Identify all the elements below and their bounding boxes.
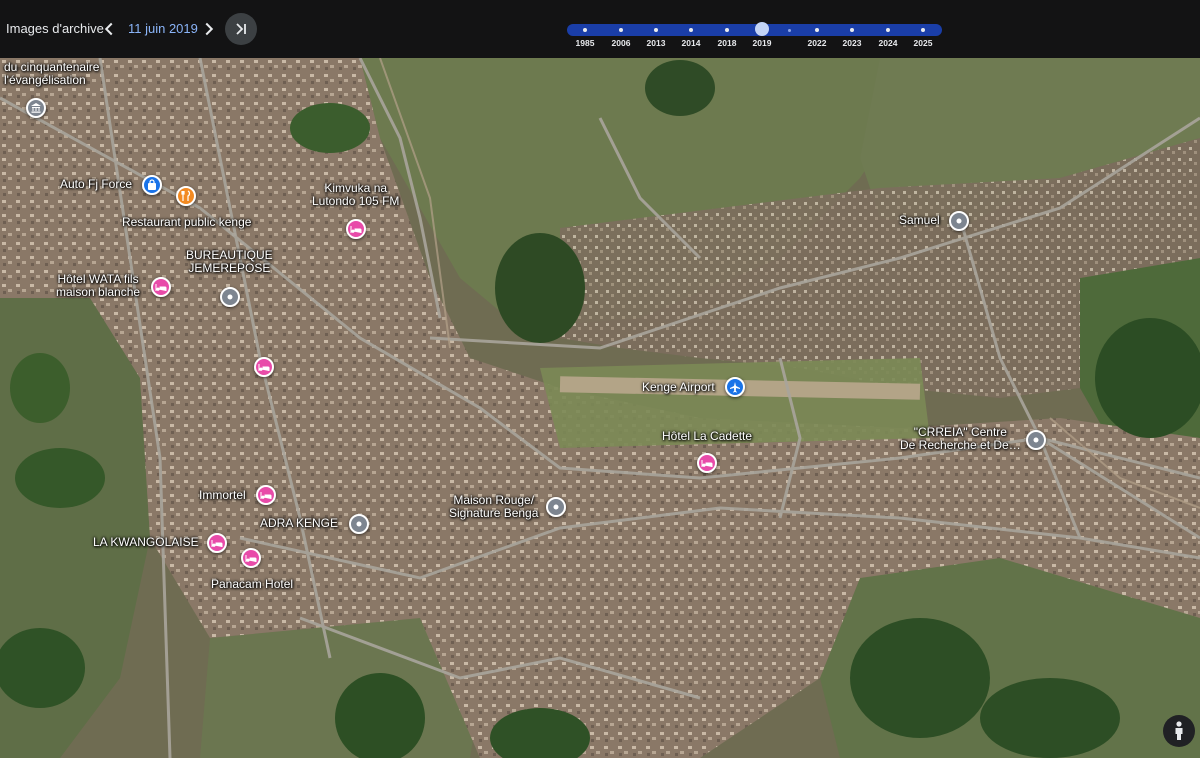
hotel-icon (701, 460, 713, 467)
location-pin-icon (1033, 437, 1039, 443)
label-kimvuka[interactable]: Kimvuka na Lutondo 105 FM (312, 182, 399, 208)
museum-pin[interactable] (26, 98, 46, 118)
timeline-thumb[interactable] (755, 22, 769, 36)
label-maison-rouge-text: Maison Rouge/ Signature Benga (449, 493, 539, 520)
timeline-tick-2022[interactable] (815, 28, 819, 32)
year-label-2019[interactable]: 2019 (753, 38, 772, 48)
label-adra-kenge[interactable]: ADRA KENGE (260, 517, 338, 530)
year-label-2006[interactable]: 2006 (612, 38, 631, 48)
samuel-pin[interactable] (949, 211, 969, 231)
hotel-pin-unnamed[interactable] (254, 357, 274, 377)
maison-rouge-pin[interactable] (546, 497, 566, 517)
location-pin-icon (553, 504, 559, 510)
timeline-tick-2014[interactable] (689, 28, 693, 32)
la-kwangolaise-pin[interactable] (207, 533, 227, 553)
hotel-icon (155, 284, 167, 291)
location-pin-icon (356, 521, 362, 527)
label-hotel-wata-text: Hôtel WATA fils maison blanche (56, 272, 141, 299)
label-cinquantenaire[interactable]: du cinquantenaire l'évangélisation (4, 61, 99, 87)
latest-imagery-button[interactable] (225, 13, 257, 45)
airport-pin[interactable] (725, 377, 745, 397)
label-panacam-hotel[interactable]: Panacam Hotel (211, 578, 293, 591)
chevron-left-icon (104, 22, 113, 36)
top-bar: Images d'archive 11 juin 2019 1985 2006 … (0, 0, 1200, 58)
label-kimvuka-text: Kimvuka na Lutondo 105 FM (312, 181, 400, 208)
timeline-tick-minor[interactable] (788, 28, 791, 32)
satellite-imagery (0, 58, 1200, 758)
location-pin-icon (956, 218, 962, 224)
label-bureautique[interactable]: BUREAUTIQUE JEMEREPOSE (186, 249, 273, 275)
label-crreia-text: "CRREIA" Centre De Recherche et De… (900, 425, 1021, 452)
hotel-wata-pin[interactable] (151, 277, 171, 297)
timeline-tick-2024[interactable] (886, 28, 890, 32)
hotel-icon (245, 555, 257, 562)
year-label-2014[interactable]: 2014 (682, 38, 701, 48)
hotel-icon (258, 364, 270, 371)
label-hotel-la-cadette[interactable]: Hôtel La Cadette (662, 430, 752, 443)
label-kenge-airport[interactable]: Kenge Airport (642, 381, 715, 394)
auto-fj-force-pin[interactable] (142, 175, 162, 195)
immortel-pin[interactable] (256, 485, 276, 505)
crreia-pin[interactable] (1026, 430, 1046, 450)
hotel-la-cadette-pin[interactable] (697, 453, 717, 473)
timeline-tick-2018[interactable] (725, 28, 729, 32)
shopping-bag-icon (148, 179, 156, 190)
label-restaurant-public-kenge[interactable]: Restaurant public kenge (122, 216, 251, 229)
museum-icon (31, 103, 41, 113)
restaurant-pin[interactable] (176, 186, 196, 206)
year-label-2018[interactable]: 2018 (718, 38, 737, 48)
year-label-2024[interactable]: 2024 (879, 38, 898, 48)
chevron-right-icon (205, 22, 214, 36)
label-cinquantenaire-text: du cinquantenaire l'évangélisation (4, 60, 100, 87)
timeline-tick-2023[interactable] (850, 28, 854, 32)
label-hotel-wata[interactable]: Hôtel WATA fils maison blanche (56, 273, 140, 299)
timeline-tick-2006[interactable] (619, 28, 623, 32)
next-date-button[interactable] (198, 18, 220, 40)
street-view-pegman[interactable] (1163, 715, 1195, 747)
panacam-hotel-pin[interactable] (241, 548, 261, 568)
restaurant-icon (181, 190, 191, 201)
kimvuka-pin[interactable] (346, 219, 366, 239)
archive-images-title: Images d'archive (6, 21, 104, 36)
label-samuel[interactable]: Samuel (899, 214, 940, 227)
label-bureautique-text: BUREAUTIQUE JEMEREPOSE (186, 248, 273, 275)
location-pin-icon (227, 294, 233, 300)
selected-date[interactable]: 11 juin 2019 (128, 21, 198, 36)
timeline-tick-2013[interactable] (654, 28, 658, 32)
pegman-icon (1175, 721, 1183, 740)
hotel-icon (260, 492, 272, 499)
label-crreia[interactable]: "CRREIA" Centre De Recherche et De… (900, 426, 1021, 452)
label-la-kwangolaise[interactable]: LA KWANGOLAISE (93, 536, 199, 549)
airplane-icon (730, 382, 740, 393)
satellite-map[interactable]: du cinquantenaire l'évangélisation Auto … (0, 58, 1200, 758)
adra-kenge-pin[interactable] (349, 514, 369, 534)
label-auto-fj-force[interactable]: Auto Fj Force (60, 178, 132, 191)
timeline-tick-1985[interactable] (583, 28, 587, 32)
timeline-slider[interactable] (567, 22, 942, 36)
year-label-2025[interactable]: 2025 (914, 38, 933, 48)
timeline-tick-2025[interactable] (921, 28, 925, 32)
hotel-icon (350, 226, 362, 233)
skip-to-end-icon (236, 23, 246, 35)
label-maison-rouge[interactable]: Maison Rouge/ Signature Benga (449, 494, 538, 520)
bureautique-pin[interactable] (220, 287, 240, 307)
label-immortel[interactable]: Immortel (199, 489, 246, 502)
year-label-2013[interactable]: 2013 (647, 38, 666, 48)
year-label-2022[interactable]: 2022 (808, 38, 827, 48)
hotel-icon (211, 540, 223, 547)
previous-date-button[interactable] (98, 18, 120, 40)
year-label-1985[interactable]: 1985 (576, 38, 595, 48)
year-label-2023[interactable]: 2023 (843, 38, 862, 48)
